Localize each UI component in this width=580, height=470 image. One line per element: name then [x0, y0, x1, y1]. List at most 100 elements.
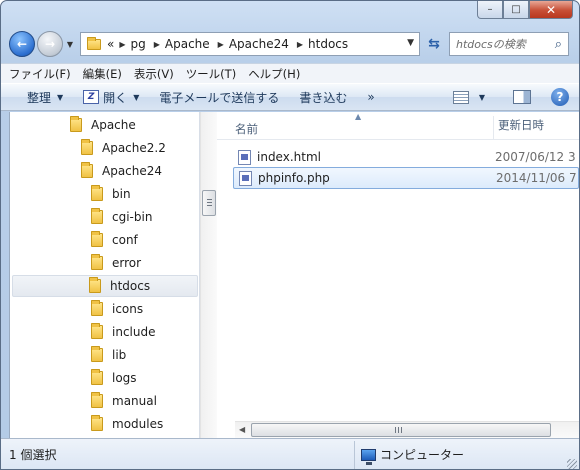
breadcrumb-overflow[interactable]: « [107, 37, 114, 51]
search-placeholder: htdocsの検索 [456, 38, 526, 51]
tree-item[interactable]: modules [91, 413, 163, 435]
chevron-down-icon: ▼ [133, 92, 140, 102]
burn-button[interactable]: 書き込む [299, 89, 347, 106]
command-bar: 整理 ▼ Z 開く ▼ 電子メールで送信する 書き込む » ▼ ? [1, 83, 579, 111]
tree-item-label: cgi-bin [112, 210, 153, 224]
breadcrumb-item[interactable]: ▶ Apache [154, 37, 210, 51]
close-button[interactable]: ✕ [529, 1, 573, 19]
back-button[interactable]: ← [9, 31, 35, 57]
tree-item[interactable]: cgi-bin [91, 206, 152, 228]
resize-grip[interactable] [567, 459, 577, 469]
file-row[interactable]: index.html 2007/06/12 3 [233, 146, 579, 168]
column-header-name[interactable]: 名前 [235, 121, 258, 137]
tree-item-selected[interactable]: htdocs [12, 275, 198, 297]
menu-help[interactable]: ヘルプ(H) [248, 66, 300, 82]
tree-item-label: Apache2.2 [102, 141, 166, 155]
tree-item-label: icons [112, 302, 144, 316]
folder-icon [81, 139, 93, 155]
folder-icon [91, 208, 103, 224]
email-button[interactable]: 電子メールで送信する [159, 89, 279, 106]
more-commands-button[interactable]: » [367, 90, 374, 104]
file-list: ▲ 名前 更新日時 index.html 2007/06/12 3 phpinf… [217, 112, 579, 438]
chevron-down-icon[interactable]: ▼ [479, 93, 485, 102]
tree-item-label: manual [112, 394, 157, 408]
open-button[interactable]: Z 開く ▼ [83, 89, 139, 106]
back-arrow-icon: ← [16, 37, 28, 51]
location-label: コンピューター [380, 448, 465, 462]
forward-button[interactable]: → [37, 31, 63, 57]
minimize-button[interactable]: – [477, 1, 503, 19]
search-input[interactable]: htdocsの検索 ⌕ [449, 32, 569, 56]
tree-item[interactable]: bin [91, 183, 131, 205]
file-name: phpinfo.php [258, 171, 330, 185]
folder-icon [91, 254, 103, 270]
selection-count: 1 個選択 [9, 448, 57, 462]
sort-ascending-icon: ▲ [355, 112, 362, 121]
recent-pages-dropdown[interactable]: ▼ [64, 40, 76, 49]
php-file-icon [239, 170, 252, 186]
scrollbar-grip [207, 199, 212, 207]
html-file-icon [238, 149, 251, 165]
tree-item[interactable]: lib [91, 344, 126, 366]
column-header-date[interactable]: 更新日時 [493, 116, 544, 140]
breadcrumb-item[interactable]: ▶ Apache24 [218, 37, 289, 51]
menu-view[interactable]: 表示(V) [134, 66, 174, 82]
breadcrumb-item[interactable]: ▶ pg [119, 37, 145, 51]
status-location: コンピューター [361, 446, 465, 465]
tree-item-label: lib [112, 348, 127, 362]
tree-item[interactable]: icons [91, 298, 143, 320]
refresh-icon: ⇆ [428, 36, 440, 52]
preview-pane-icon[interactable] [513, 90, 531, 104]
menu-file[interactable]: ファイル(F) [9, 66, 71, 82]
refresh-button[interactable]: ⇆ [423, 32, 445, 56]
command-bar-right: ▼ ? [452, 88, 569, 106]
open-label: 開く [103, 90, 128, 105]
organize-label: 整理 [27, 90, 52, 105]
breadcrumb-item[interactable]: ▶ htdocs [297, 37, 348, 51]
folder-icon [91, 185, 103, 201]
tree-item[interactable]: Apache [70, 114, 136, 136]
file-row-selected[interactable]: phpinfo.php 2014/11/06 7 [233, 167, 579, 189]
column-headers: ▲ 名前 更新日時 [217, 112, 579, 140]
folder-icon [70, 116, 82, 132]
organize-button[interactable]: 整理 ▼ [27, 89, 63, 106]
tree-item[interactable]: Apache2.2 [81, 137, 166, 159]
file-date: 2014/11/06 7 [496, 171, 577, 185]
tree-item[interactable]: include [91, 321, 155, 343]
tree-item[interactable]: logs [91, 367, 137, 389]
chevron-right-icon: ▶ [119, 39, 126, 49]
tree-item-label: modules [112, 417, 164, 431]
menu-bar: ファイル(F) 編集(E) 表示(V) ツール(T) ヘルプ(H) [1, 63, 579, 83]
tree-item-label: logs [112, 371, 137, 385]
scrollbar-thumb[interactable] [251, 423, 551, 437]
horizontal-scrollbar[interactable]: ◀ [235, 421, 579, 438]
chevron-down-icon: ▼ [57, 92, 64, 102]
tree-item[interactable]: conf [91, 229, 138, 251]
scrollbar-thumb[interactable] [202, 190, 216, 216]
menu-tools[interactable]: ツール(T) [186, 66, 237, 82]
address-bar[interactable]: « ▶ pg ▶ Apache ▶ Apache24 ▶ htdocs ▼ [80, 32, 420, 56]
scrollbar-grip [395, 427, 403, 433]
navigation-scrollbar[interactable] [200, 112, 217, 438]
tree-item[interactable]: Apache24 [81, 160, 162, 182]
menu-edit[interactable]: 編集(E) [83, 66, 122, 82]
open-app-icon: Z [83, 90, 100, 104]
change-view-icon[interactable] [452, 90, 469, 104]
address-dropdown-icon[interactable]: ▼ [407, 38, 414, 48]
tree-item-label: include [112, 325, 156, 339]
tree-item-label: error [112, 256, 142, 270]
content-area: Apache Apache2.2 Apache24 bin cgi-bin co… [9, 112, 579, 438]
scroll-left-icon[interactable]: ◀ [239, 425, 245, 434]
tree-item[interactable]: error [91, 252, 141, 274]
help-icon[interactable]: ? [551, 88, 569, 106]
navigation-bar: ← → ▼ « ▶ pg ▶ Apache ▶ Apache24 ▶ htdocs ▼ … [9, 29, 571, 59]
maximize-button[interactable]: □ [503, 1, 529, 19]
folder-icon [91, 415, 103, 431]
status-bar: 1 個選択 コンピューター [1, 438, 579, 469]
chevron-right-icon: ▶ [153, 39, 160, 49]
status-divider [354, 441, 355, 469]
folder-icon [91, 346, 103, 362]
folder-icon [81, 162, 93, 178]
tree-item[interactable]: manual [91, 390, 157, 412]
folder-icon [91, 231, 103, 247]
